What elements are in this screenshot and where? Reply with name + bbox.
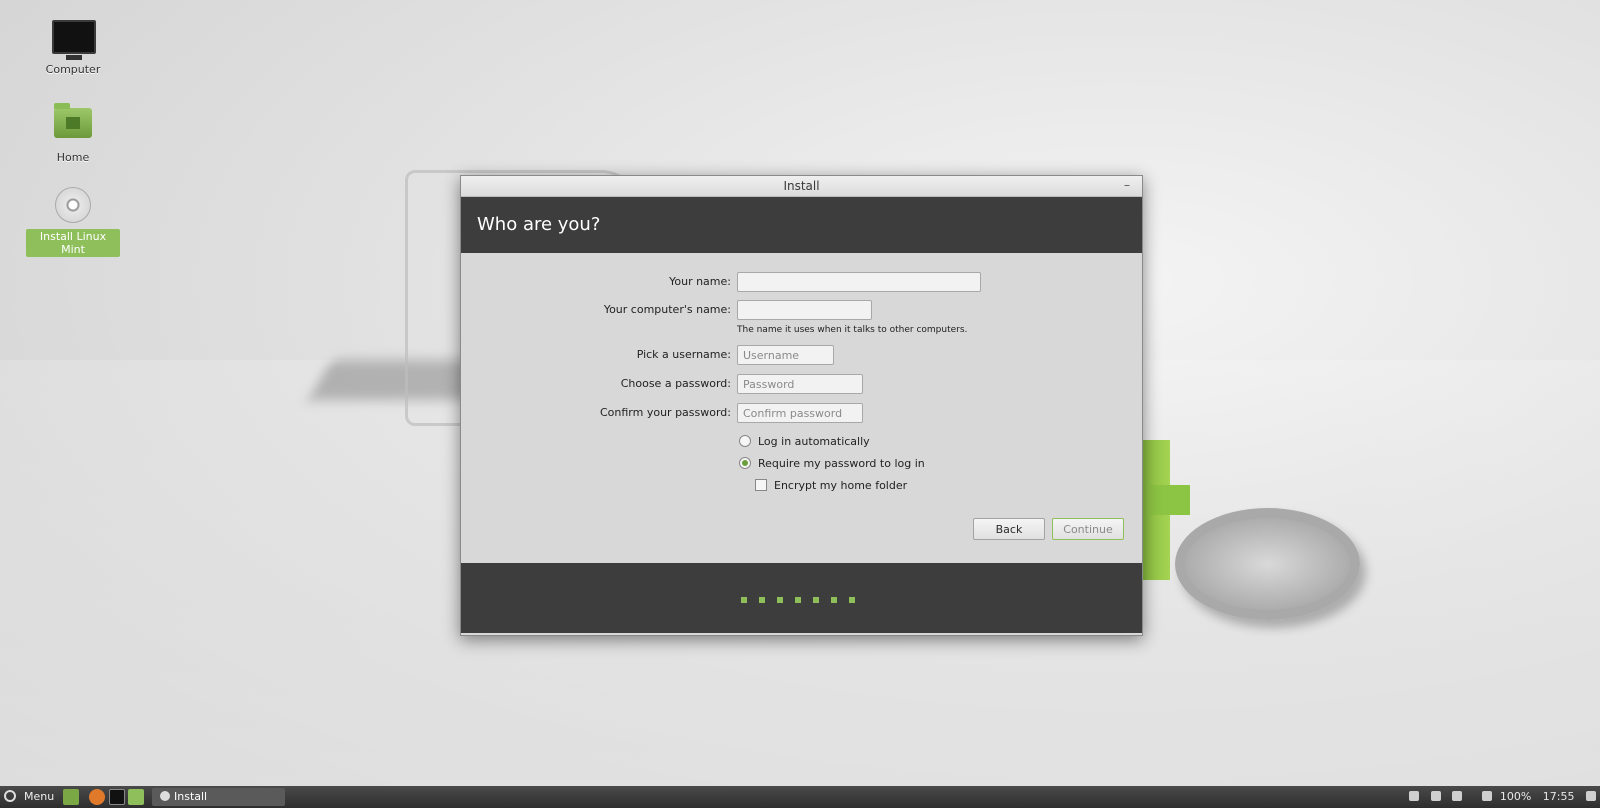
computer-name-input[interactable]: [737, 300, 872, 320]
install-window: Install – Who are you? Your name: Your c…: [460, 175, 1143, 636]
login-require-label: Require my password to log in: [758, 457, 925, 470]
battery-icon: [1481, 791, 1492, 801]
username-row: Pick a username:: [461, 343, 731, 367]
task-label: Install: [174, 790, 208, 803]
your-name-input[interactable]: [737, 272, 981, 292]
encrypt-home-label: Encrypt my home folder: [774, 479, 908, 492]
menu-button[interactable]: Menu: [4, 786, 54, 808]
battery-level: 100%: [1499, 790, 1532, 803]
continue-button[interactable]: Continue: [1052, 518, 1124, 540]
user-form: Your name: Your computer's name: The nam…: [461, 253, 1142, 563]
taskbar-window-install[interactable]: Install: [152, 788, 285, 806]
window-titlebar[interactable]: Install –: [461, 176, 1142, 197]
confirm-password-input[interactable]: [737, 403, 863, 423]
network-icon[interactable]: [1430, 791, 1441, 801]
progress-dot: [777, 597, 783, 603]
progress-footer: [461, 563, 1142, 633]
your-name-row: Your name:: [461, 270, 731, 294]
desktop-icon-label: Home: [56, 151, 90, 164]
progress-dot: [741, 597, 747, 603]
username-input[interactable]: [737, 345, 834, 365]
desktop-icon-home[interactable]: Home: [26, 103, 120, 165]
install-disc-icon: [160, 791, 170, 801]
show-desktop-icon[interactable]: [63, 789, 79, 805]
back-button[interactable]: Back: [973, 518, 1045, 540]
desktop-icon-computer[interactable]: Computer: [26, 20, 120, 77]
disc-icon: [52, 187, 94, 225]
progress-dots: [741, 593, 867, 606]
files-icon[interactable]: [128, 789, 144, 805]
password-row: Choose a password:: [461, 372, 731, 396]
desktop-icon-label: Computer: [45, 63, 101, 76]
battery-indicator[interactable]: 100%: [1474, 790, 1531, 803]
your-name-label: Your name:: [669, 275, 731, 288]
user-icon[interactable]: [1409, 791, 1420, 801]
menu-label: Menu: [24, 790, 55, 803]
login-auto-option[interactable]: Log in automatically: [739, 435, 870, 449]
progress-dot: [831, 597, 837, 603]
computer-name-label: Your computer's name:: [603, 303, 731, 316]
computer-icon: [52, 20, 96, 60]
terminal-icon[interactable]: [109, 789, 125, 805]
home-folder-icon: [52, 103, 94, 146]
progress-dot: [813, 597, 819, 603]
desktop: Computer Home Install Linux Mint Install…: [0, 0, 1600, 786]
login-require-option[interactable]: Require my password to log in: [739, 457, 925, 471]
login-auto-radio[interactable]: [739, 435, 751, 447]
computer-name-hint: The name it uses when it talks to other …: [737, 325, 968, 335]
computer-name-row: Your computer's name:: [461, 298, 731, 322]
window-title: Install: [783, 179, 820, 193]
desktop-icon-install-linux-mint[interactable]: Install Linux Mint: [26, 187, 120, 257]
confirm-password-row: Confirm your password:: [461, 401, 731, 425]
encrypt-home-checkbox[interactable]: [755, 479, 767, 491]
firefox-icon[interactable]: [89, 789, 105, 805]
wallpaper-green-block-2: [1150, 485, 1190, 515]
menu-gear-icon: [4, 790, 16, 802]
username-label: Pick a username:: [636, 348, 731, 361]
progress-dot: [795, 597, 801, 603]
confirm-password-label: Confirm your password:: [599, 406, 731, 419]
progress-dot: [849, 597, 855, 603]
progress-dot: [759, 597, 765, 603]
password-label: Choose a password:: [620, 377, 731, 390]
wallpaper-medal: [1175, 508, 1360, 620]
password-input[interactable]: [737, 374, 863, 394]
clock[interactable]: 17:55: [1543, 790, 1575, 803]
login-auto-label: Log in automatically: [758, 435, 870, 448]
minimize-icon[interactable]: –: [1120, 176, 1134, 196]
login-require-radio[interactable]: [739, 457, 751, 469]
volume-icon[interactable]: [1452, 791, 1463, 801]
system-tray: 100% 17:55: [1401, 786, 1596, 808]
taskbar: Menu Install 100% 17:55: [0, 786, 1600, 808]
encrypt-home-option[interactable]: Encrypt my home folder: [755, 479, 907, 493]
workspace-icon[interactable]: [1586, 791, 1596, 801]
page-title: Who are you?: [461, 197, 1142, 253]
desktop-icon-label: Install Linux Mint: [26, 229, 120, 257]
